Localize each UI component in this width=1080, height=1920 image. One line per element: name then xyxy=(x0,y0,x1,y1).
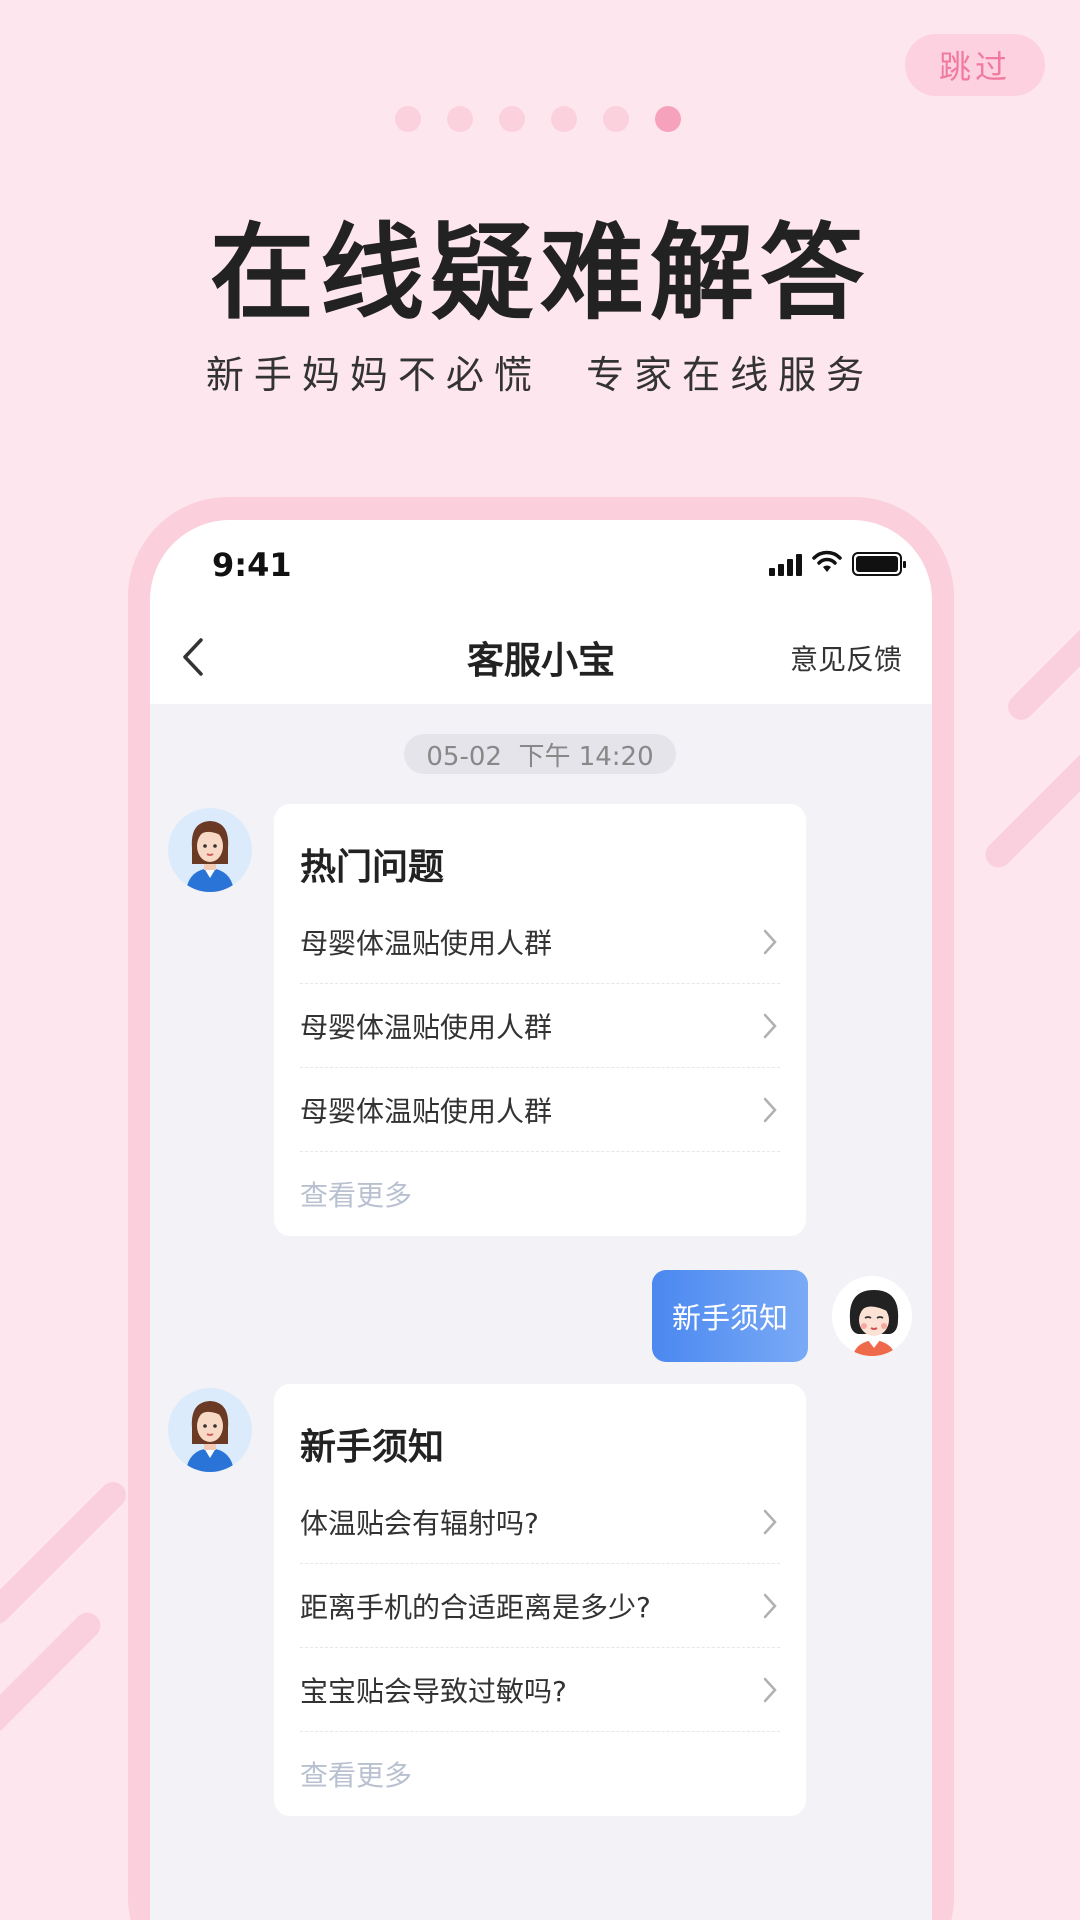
chevron-right-icon xyxy=(763,1097,777,1122)
chevron-right-icon xyxy=(763,929,777,954)
status-icons xyxy=(769,550,906,578)
user-message-bubble[interactable]: 新手须知 xyxy=(652,1270,808,1362)
signal-icon xyxy=(769,552,802,576)
see-more-link[interactable]: 查看更多 xyxy=(300,1152,780,1236)
newbie-guide-card: 新手须知 体温贴会有辐射吗? 距离手机的合适距离是多少? 宝宝贴会导致过敏吗? … xyxy=(274,1384,806,1816)
wifi-icon xyxy=(812,550,842,578)
question-text: 宝宝贴会导致过敏吗? xyxy=(300,1674,567,1708)
user-avatar[interactable] xyxy=(830,1274,914,1358)
feedback-link[interactable]: 意见反馈 xyxy=(790,638,902,678)
question-text: 体温贴会有辐射吗? xyxy=(300,1506,539,1540)
page-dot-active[interactable] xyxy=(655,106,681,132)
question-row[interactable]: 母婴体温贴使用人群 xyxy=(300,1068,780,1152)
status-time: 9:41 xyxy=(212,546,292,584)
agent-avatar[interactable] xyxy=(168,1388,252,1472)
page-dot[interactable] xyxy=(551,106,577,132)
chevron-right-icon xyxy=(763,1509,777,1534)
phone-screen: 9:41 客服小宝 意见反馈 05-02 下午 14:20 热门问题 母婴体温贴… xyxy=(150,520,932,1920)
top-bar: 9:41 客服小宝 意见反馈 xyxy=(150,520,932,704)
skip-button[interactable]: 跳过 xyxy=(905,34,1045,96)
headline: 在线疑难解答 xyxy=(209,212,870,334)
decor-stripe xyxy=(1002,600,1080,726)
page-dot[interactable] xyxy=(395,106,421,132)
question-row[interactable]: 母婴体温贴使用人群 xyxy=(300,984,780,1068)
card-title: 新手须知 xyxy=(300,1427,445,1468)
question-text: 距离手机的合适距离是多少? xyxy=(300,1590,651,1624)
question-text: 母婴体温贴使用人群 xyxy=(300,1010,553,1044)
battery-icon xyxy=(852,552,906,576)
question-row[interactable]: 宝宝贴会导致过敏吗? xyxy=(300,1648,780,1732)
question-text: 母婴体温贴使用人群 xyxy=(300,926,553,960)
card-title: 热门问题 xyxy=(300,847,445,888)
chevron-right-icon xyxy=(763,1013,777,1038)
chevron-right-icon xyxy=(763,1593,777,1618)
question-row[interactable]: 体温贴会有辐射吗? xyxy=(300,1480,780,1564)
decor-stripe xyxy=(0,1607,106,1739)
decor-stripe xyxy=(0,1476,132,1630)
see-more-link[interactable]: 查看更多 xyxy=(300,1732,780,1816)
question-row[interactable]: 距离手机的合适距离是多少? xyxy=(300,1564,780,1648)
decor-stripe xyxy=(980,713,1080,873)
page-dot[interactable] xyxy=(499,106,525,132)
chat-timestamp: 05-02 下午 14:20 xyxy=(404,734,676,774)
page-dot[interactable] xyxy=(447,106,473,132)
question-text: 母婴体温贴使用人群 xyxy=(300,1094,553,1128)
page-dot[interactable] xyxy=(603,106,629,132)
hot-questions-card: 热门问题 母婴体温贴使用人群 母婴体温贴使用人群 母婴体温贴使用人群 查看更多 xyxy=(274,804,806,1236)
agent-avatar[interactable] xyxy=(168,808,252,892)
question-row[interactable]: 母婴体温贴使用人群 xyxy=(300,900,780,984)
subheadline: 新手妈妈不必慌 专家在线服务 xyxy=(205,353,875,397)
chevron-right-icon xyxy=(763,1677,777,1702)
page-indicator xyxy=(395,106,681,132)
